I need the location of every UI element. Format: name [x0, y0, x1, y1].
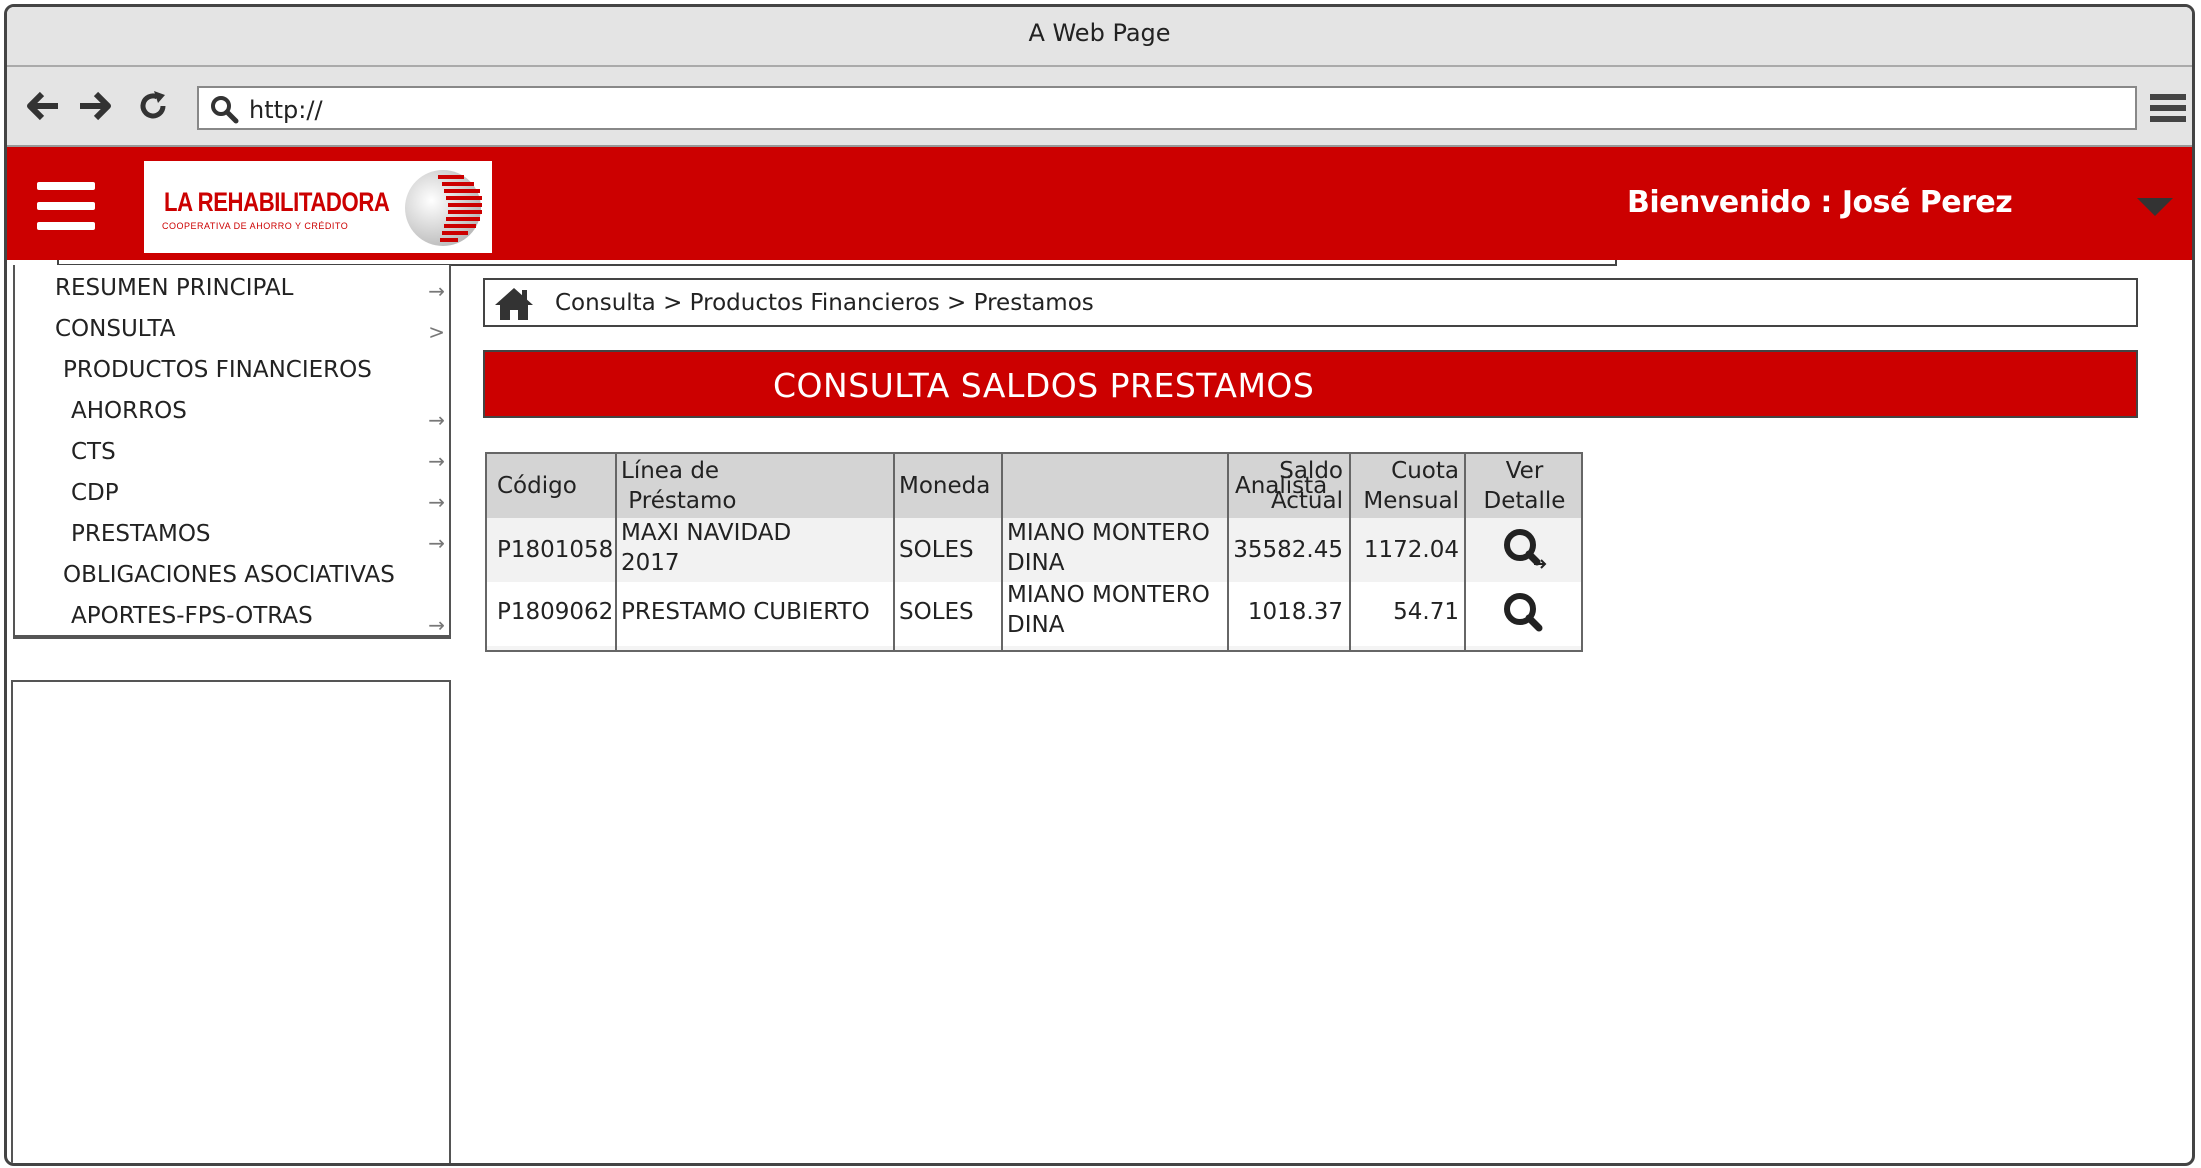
sidebar-item-label: PRESTAMOS — [71, 521, 211, 547]
cell-cuota: 1172.04 — [1363, 537, 1459, 563]
sidebar-item-label: CTS — [71, 439, 116, 465]
sidebar-item-prestamos[interactable]: PRESTAMOS → — [15, 515, 449, 555]
logo-subtitle-text: COOPERATIVA DE AHORRO Y CRÉDITO — [162, 221, 349, 231]
column-divider — [1001, 454, 1003, 650]
column-divider — [615, 454, 617, 650]
sidebar-item-cdp[interactable]: CDP → — [15, 474, 449, 514]
arrow-right-icon: → — [428, 408, 445, 432]
search-icon — [209, 94, 239, 124]
cell-codigo: P1809062 — [497, 599, 614, 625]
cell-linea: PRESTAMO CUBIERTO — [621, 599, 870, 625]
hamburger-menu-icon[interactable] — [37, 182, 95, 230]
sidebar-item-label: AHORROS — [71, 398, 187, 424]
browser-toolbar: http:// — [7, 67, 2192, 147]
app-header: LA REHABILITADORA COOPERATIVA DE AHORRO … — [7, 147, 2192, 260]
header-codigo: Código — [497, 473, 577, 499]
sidebar-item-label: CONSULTA — [55, 316, 176, 342]
sidebar-item-label: PRODUCTOS FINANCIEROS — [63, 357, 372, 383]
header-linea-prestamo: Línea de Préstamo — [621, 458, 737, 514]
header-saldo-actual: Saldo Actual — [1270, 458, 1343, 514]
sidebar-item-label: APORTES-FPS-OTRAS — [71, 603, 313, 629]
sidebar-item-label: OBLIGACIONES ASOCIATIVAS — [63, 562, 395, 588]
sidebar-item-obligaciones-asociativas[interactable]: OBLIGACIONES ASOCIATIVAS — [15, 556, 449, 596]
url-text[interactable]: http:// — [249, 96, 323, 124]
logo-brand-text: LA REHABILITADORA — [164, 187, 390, 217]
back-arrow-icon[interactable] — [25, 88, 61, 124]
arrow-right-icon: → — [428, 531, 445, 555]
address-bar[interactable]: http:// — [197, 86, 2137, 130]
arrow-right-icon: → — [428, 613, 445, 637]
forward-arrow-icon[interactable] — [77, 88, 113, 124]
window-title: A Web Page — [1028, 19, 1171, 47]
cell-moneda: SOLES — [899, 537, 974, 563]
cell-linea: MAXI NAVIDAD 2017 — [621, 520, 792, 576]
sidebar-item-resumen-principal[interactable]: RESUMEN PRINCIPAL → — [15, 269, 449, 309]
cell-saldo: 35582.45 — [1233, 537, 1343, 563]
loans-table: Código Línea de Préstamo Moneda Analista… — [485, 452, 1583, 652]
sidebar-item-cts[interactable]: CTS → — [15, 433, 449, 473]
reload-icon[interactable] — [135, 88, 171, 124]
sidebar-item-aportes-fps-otras[interactable]: APORTES-FPS-OTRAS → — [15, 597, 449, 637]
sidebar-item-productos-financieros[interactable]: PRODUCTOS FINANCIEROS — [15, 351, 449, 391]
logo-globe-icon — [402, 167, 484, 249]
header-ver-detalle: Ver Detalle — [1483, 458, 1566, 514]
column-divider — [893, 454, 895, 650]
welcome-user-text: Bienvenido : José Perez — [1627, 185, 2013, 220]
window-titlebar: A Web Page — [7, 7, 2192, 67]
sidebar-item-label: RESUMEN PRINCIPAL — [55, 275, 294, 301]
breadcrumb: Consulta > Productos Financieros > Prest… — [483, 278, 2138, 327]
sidebar-item-label: CDP — [71, 480, 119, 506]
page-title: CONSULTA SALDOS PRESTAMOS — [773, 366, 1315, 405]
cell-saldo: 1018.37 — [1247, 599, 1343, 625]
view-detail-search-icon[interactable] — [1501, 526, 1547, 572]
page-title-bar: CONSULTA SALDOS PRESTAMOS — [483, 350, 2138, 418]
header-moneda: Moneda — [899, 473, 991, 499]
arrow-right-icon: → — [428, 279, 445, 303]
sidebar-lower-panel — [11, 680, 451, 1163]
company-logo[interactable]: LA REHABILITADORA COOPERATIVA DE AHORRO … — [144, 161, 492, 253]
home-icon[interactable] — [493, 286, 535, 322]
chevron-right-icon: > — [428, 320, 445, 344]
browser-menu-icon[interactable] — [2148, 88, 2188, 128]
sidebar-item-consulta[interactable]: CONSULTA > — [15, 310, 449, 350]
cell-cuota: 54.71 — [1393, 599, 1459, 625]
sidebar-menu: RESUMEN PRINCIPAL → CONSULTA > PRODUCTOS… — [13, 265, 451, 639]
view-detail-search-icon[interactable] — [1501, 590, 1547, 636]
cell-moneda: SOLES — [899, 599, 974, 625]
header-cuota-mensual: Cuota Mensual — [1363, 458, 1459, 514]
user-dropdown-caret-icon[interactable] — [2137, 198, 2173, 216]
arrow-right-icon: → — [428, 490, 445, 514]
cell-codigo: P1801058 — [497, 537, 614, 563]
arrow-right-icon: → — [428, 449, 445, 473]
sidebar-item-ahorros[interactable]: AHORROS → — [15, 392, 449, 432]
cell-analista: MIANO MONTERO DINA — [1007, 520, 1210, 576]
breadcrumb-text[interactable]: Consulta > Productos Financieros > Prest… — [555, 290, 1094, 316]
browser-window: A Web Page http:// LA REHABILITADORA COO… — [4, 4, 2195, 1166]
cell-analista: MIANO MONTERO DINA — [1007, 582, 1210, 638]
